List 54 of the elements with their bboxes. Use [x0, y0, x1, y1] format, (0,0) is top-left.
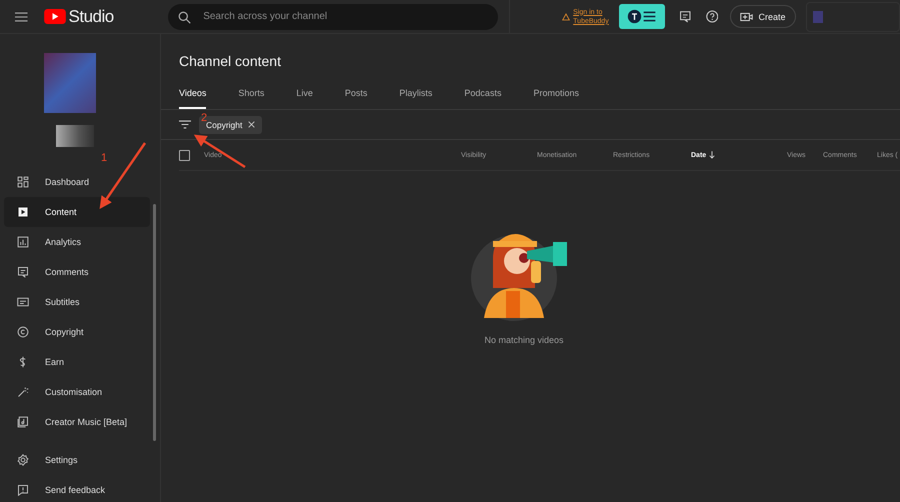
sidebar-item[interactable]: Copyright — [4, 317, 150, 347]
sidebar-item[interactable]: Dashboard — [4, 167, 150, 197]
close-icon[interactable] — [248, 121, 256, 128]
sort-down-icon — [709, 151, 716, 159]
analytics-icon — [17, 236, 29, 248]
sidebar-item[interactable]: Subtitles — [4, 287, 150, 317]
tab[interactable]: Videos — [179, 81, 206, 109]
settings-icon — [17, 454, 29, 466]
tab[interactable]: Posts — [344, 81, 368, 109]
content-icon — [17, 206, 29, 218]
filter-icon[interactable] — [179, 120, 191, 129]
sidebar-item[interactable]: Settings — [4, 445, 160, 475]
studio-logo-text: Studio — [68, 6, 114, 26]
select-all-checkbox[interactable] — [179, 150, 190, 160]
tab[interactable]: Promotions — [533, 81, 579, 109]
create-button[interactable]: Create — [730, 5, 796, 28]
annotation-arrow — [194, 134, 246, 168]
account-switcher[interactable] — [806, 2, 900, 32]
tab[interactable]: Playlists — [399, 81, 432, 109]
play-logo-icon — [44, 9, 66, 24]
feedback-icon[interactable] — [679, 10, 692, 23]
sidebar-item[interactable]: Creator Music [Beta] — [4, 407, 150, 437]
tb-logo-menu-icon — [627, 9, 658, 24]
search-field[interactable]: Search across your channel — [168, 4, 498, 30]
page-title: Channel content — [179, 53, 282, 69]
warning-icon — [562, 12, 570, 20]
video-plus-icon — [740, 12, 754, 22]
annotation-arrow — [100, 142, 146, 210]
chip-label: Copyright — [206, 120, 242, 130]
sidebar-item[interactable]: Customisation — [4, 377, 150, 407]
sidebar-item[interactable]: Comments — [4, 257, 150, 287]
scrollbar[interactable] — [153, 204, 156, 441]
sidebar-item[interactable]: Content — [4, 197, 150, 227]
help-icon[interactable] — [706, 10, 718, 23]
subtitles-icon — [17, 296, 29, 308]
feedback-icon — [17, 484, 29, 496]
channel-name-placeholder — [56, 125, 94, 147]
tab[interactable]: Shorts — [238, 81, 264, 109]
empty-state-message: No matching videos — [484, 335, 564, 345]
tab[interactable]: Live — [296, 81, 313, 109]
sidebar-item[interactable]: Send feedback — [4, 475, 160, 502]
music-icon — [17, 416, 29, 428]
customisation-icon — [17, 386, 29, 398]
sidebar-item[interactable]: Earn — [4, 347, 150, 377]
copyright-icon — [17, 326, 29, 338]
extension-menu-button[interactable] — [619, 4, 666, 29]
search-icon — [178, 10, 192, 24]
channel-avatar — [44, 53, 96, 113]
menu-icon[interactable] — [15, 12, 28, 22]
tab[interactable]: Podcasts — [464, 81, 502, 109]
sidebar-item[interactable]: Analytics — [4, 227, 150, 257]
comments-icon — [17, 266, 29, 278]
annotation-number: 1 — [101, 152, 108, 164]
dashboard-icon — [17, 176, 29, 188]
